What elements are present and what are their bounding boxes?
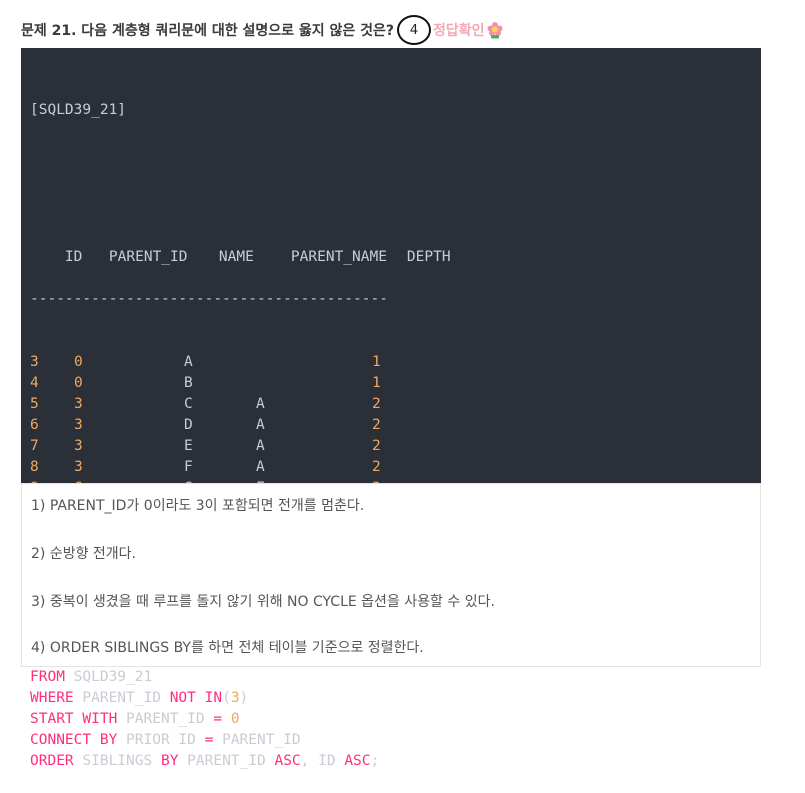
sql-text: , ID (300, 753, 345, 769)
cell-depth: 2 (372, 459, 381, 475)
cell-depth: 1 (372, 375, 381, 391)
sql-text: ; (370, 753, 380, 769)
cell-parent-name: A (256, 438, 265, 454)
cell-name: D (184, 417, 193, 433)
code-label: [SQLD39_21] (30, 102, 127, 118)
table-separator: ----------------------------------------… (30, 291, 388, 307)
table-row: 8 3 F A 2 (30, 457, 761, 478)
sql-keyword: FROM (30, 669, 65, 685)
cell-parent-name: A (256, 396, 265, 412)
sql-number: 3 (230, 690, 240, 706)
cell-depth: 2 (372, 438, 381, 454)
sql-keyword: CONNECT BY (30, 732, 118, 748)
header-parent-id: PARENT_ID (108, 249, 188, 265)
sql-text: ) (239, 690, 249, 706)
cell-parent-id: 3 (74, 396, 83, 412)
code-block: [SQLD39_21] ID PARENT_ID NAME PARENT_NAME DE… (21, 48, 761, 769)
option-4[interactable]: 4) ORDER SIBLINGS BY를 하면 전체 테이블 기준으로 정렬한… (31, 637, 424, 657)
cell-depth: 2 (372, 417, 381, 433)
cell-parent-id: 0 (74, 375, 83, 391)
header-depth: DEPTH (406, 249, 451, 265)
sql-line: START WITH PARENT_ID = 0 (30, 709, 761, 730)
cell-id: 7 (30, 438, 39, 454)
sql-keyword: ORDER (30, 753, 74, 769)
table-row: 3 0 A 1 (30, 352, 761, 373)
cell-parent-name: A (256, 417, 265, 433)
header-name: NAME (218, 249, 254, 265)
header-parent-name: PARENT_NAME (290, 249, 387, 265)
sql-text: SQLD39_21 (64, 669, 153, 685)
sql-keyword: START WITH (30, 711, 118, 727)
cell-parent-id: 0 (74, 354, 83, 370)
table-row: 7 3 E A 2 (30, 436, 761, 457)
sql-keyword: = (204, 732, 214, 748)
cell-id: 6 (30, 417, 39, 433)
option-2[interactable]: 2) 순방향 전개다. (31, 543, 136, 563)
cell-name: E (184, 438, 193, 454)
header-id: ID (64, 249, 83, 265)
table-row: 4 0 B 1 (30, 373, 761, 394)
cell-name: C (184, 396, 193, 412)
sql-keyword: = (213, 711, 223, 727)
sql-keyword: ASC (344, 753, 371, 769)
cell-name: A (184, 354, 193, 370)
sql-line: FROM SQLD39_21 (30, 667, 761, 688)
sql-text: PARENT_ID (178, 753, 275, 769)
flower-icon[interactable] (486, 21, 504, 39)
cell-depth: 2 (372, 396, 381, 412)
question-title: 문제 21. 다음 계층형 쿼리문에 대한 설명으로 옳지 않은 것은? (21, 23, 395, 39)
cell-parent-name: A (256, 459, 265, 475)
cell-parent-id: 3 (74, 438, 83, 454)
cell-name: B (184, 375, 193, 391)
options-panel: 1) PARENT_ID가 0이라도 3이 포함되면 전개를 멈춘다. 2) 순… (21, 483, 761, 667)
sql-text: ( (222, 690, 231, 706)
cell-parent-id: 3 (74, 459, 83, 475)
sql-keyword: ASC (274, 753, 301, 769)
sql-text: PARENT_ID (213, 732, 301, 748)
check-answer-button[interactable]: 정답확인 (433, 20, 485, 40)
cell-name: F (184, 459, 193, 475)
table-header: ID PARENT_ID NAME PARENT_NAME DEPTH (30, 226, 761, 265)
option-3[interactable]: 3) 중복이 생겼을 때 루프를 돌지 않기 위해 NO CYCLE 옵션을 사… (31, 591, 495, 611)
sql-line: CONNECT BY PRIOR ID = PARENT_ID (30, 730, 761, 751)
sql-text: PRIOR ID (117, 732, 205, 748)
cell-depth: 1 (372, 354, 381, 370)
sql-number: 0 (230, 711, 240, 727)
table-row: 5 3 C A 2 (30, 394, 761, 415)
cell-parent-id: 3 (74, 417, 83, 433)
sql-line: WHERE PARENT_ID NOT IN(3) (30, 688, 761, 709)
question-header: 문제 21. 다음 계층형 쿼리문에 대한 설명으로 옳지 않은 것은? 정답확… (21, 15, 504, 45)
answer-input[interactable] (397, 15, 432, 45)
cell-id: 4 (30, 375, 39, 391)
sql-keyword: NOT IN (169, 690, 223, 706)
sql-text: PARENT_ID (117, 711, 214, 727)
cell-id: 3 (30, 354, 39, 370)
cell-id: 5 (30, 396, 39, 412)
option-1[interactable]: 1) PARENT_ID가 0이라도 3이 포함되면 전개를 멈춘다. (31, 495, 364, 515)
sql-text: PARENT_ID (73, 690, 170, 706)
sql-keyword: BY (160, 753, 179, 769)
sql-line: ORDER SIBLINGS BY PARENT_ID ASC, ID ASC; (30, 751, 761, 772)
cell-id: 8 (30, 459, 39, 475)
sql-keyword: WHERE (30, 690, 74, 706)
table-row: 6 3 D A 2 (30, 415, 761, 436)
sql-text: SIBLINGS (73, 753, 161, 769)
